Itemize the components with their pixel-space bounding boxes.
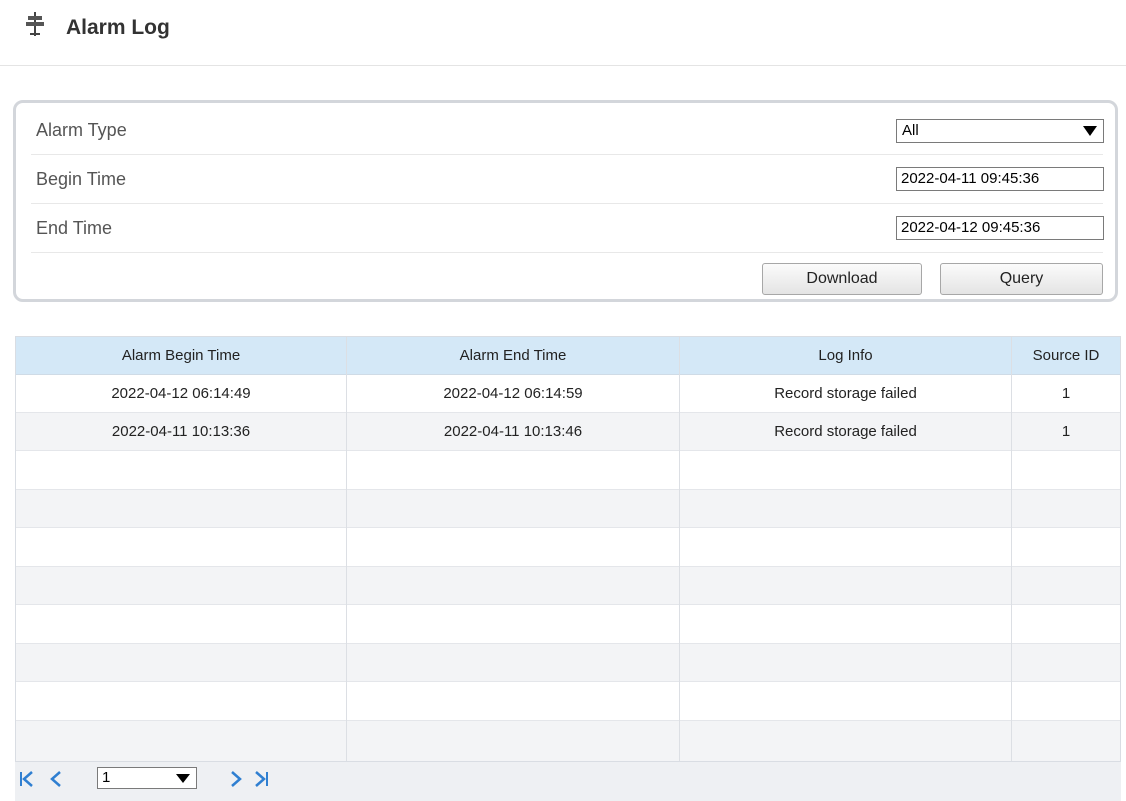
download-button[interactable]: Download xyxy=(762,263,922,295)
column-header-end-time[interactable]: Alarm End Time xyxy=(347,337,679,374)
alarm-type-select[interactable]: All xyxy=(896,119,1104,143)
end-time-label: End Time xyxy=(36,218,113,238)
empty-table-row xyxy=(16,529,1120,567)
table-header: Alarm Begin Time Alarm End Time Log Info… xyxy=(16,337,1120,375)
next-page-icon[interactable] xyxy=(229,770,243,792)
alarm-type-row: Alarm Type All xyxy=(31,106,1104,155)
column-header-begin-time[interactable]: Alarm Begin Time xyxy=(16,337,346,374)
cell-end-time: 2022-04-11 10:13:46 xyxy=(443,423,583,440)
alarm-log-table: Alarm Begin Time Alarm End Time Log Info… xyxy=(15,336,1121,762)
cell-log-info: Record storage failed xyxy=(774,423,917,440)
column-divider xyxy=(1011,337,1012,761)
alarm-type-value: All xyxy=(902,122,919,139)
table-row[interactable]: 2022-04-11 10:13:36 2022-04-11 10:13:46 … xyxy=(16,413,1120,451)
page-number-select[interactable]: 1 xyxy=(97,767,197,789)
cell-begin-time: 2022-04-11 10:13:36 xyxy=(111,423,251,440)
begin-time-label: Begin Time xyxy=(36,169,127,189)
pagination-bar: 1 xyxy=(15,762,1121,801)
cell-source-id: 1 xyxy=(1061,423,1071,440)
table-row[interactable]: 2022-04-12 06:14:49 2022-04-12 06:14:59 … xyxy=(16,375,1120,413)
empty-table-row xyxy=(16,490,1120,528)
column-divider xyxy=(679,337,680,761)
alarm-type-label: Alarm Type xyxy=(36,120,127,140)
page-header: Alarm Log xyxy=(0,0,1126,66)
empty-table-row xyxy=(16,644,1120,682)
column-divider xyxy=(346,337,347,761)
end-time-input[interactable]: 2022-04-12 09:45:36 xyxy=(896,216,1104,240)
cell-log-info: Record storage failed xyxy=(774,385,917,402)
empty-table-row xyxy=(16,721,1120,761)
first-page-icon[interactable] xyxy=(19,770,35,792)
column-header-source-id[interactable]: Source ID xyxy=(1012,337,1120,374)
filter-panel: Alarm Type All Begin Time 2022-04-11 09:… xyxy=(13,100,1118,302)
empty-table-row xyxy=(16,452,1120,490)
query-button[interactable]: Query xyxy=(940,263,1103,295)
dropdown-arrow-icon xyxy=(1083,126,1097,136)
empty-table-row xyxy=(16,567,1120,605)
prev-page-icon[interactable] xyxy=(49,770,63,792)
begin-time-row: Begin Time 2022-04-11 09:45:36 xyxy=(31,155,1104,204)
signpost-icon xyxy=(25,12,45,36)
page-title: Alarm Log xyxy=(66,16,170,39)
begin-time-input[interactable]: 2022-04-11 09:45:36 xyxy=(896,167,1104,191)
empty-table-row xyxy=(16,683,1120,721)
cell-source-id: 1 xyxy=(1061,385,1071,402)
last-page-icon[interactable] xyxy=(253,770,269,792)
cell-end-time: 2022-04-12 06:14:59 xyxy=(443,385,583,402)
cell-begin-time: 2022-04-12 06:14:49 xyxy=(111,385,251,402)
column-header-log-info[interactable]: Log Info xyxy=(680,337,1011,374)
page-number-value: 1 xyxy=(102,769,111,786)
end-time-row: End Time 2022-04-12 09:45:36 xyxy=(31,204,1104,253)
empty-table-row xyxy=(16,606,1120,644)
dropdown-arrow-icon xyxy=(176,774,190,783)
